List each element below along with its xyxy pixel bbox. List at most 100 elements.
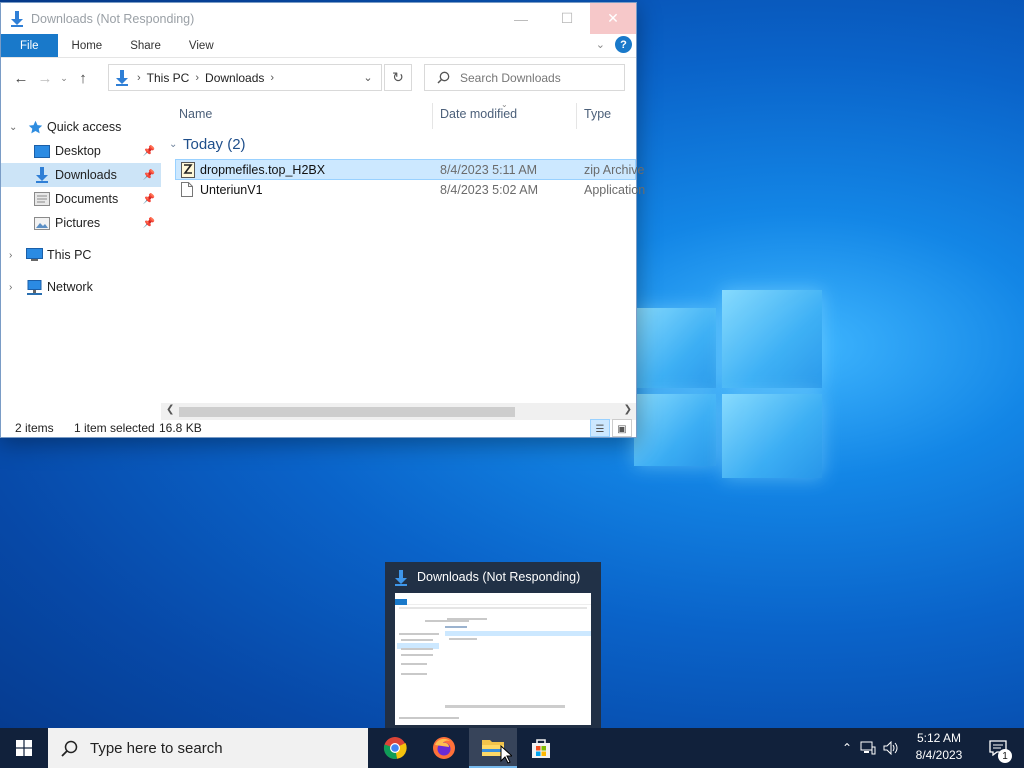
up-arrow-icon[interactable]: ↑ <box>71 70 95 87</box>
tab-share[interactable]: Share <box>116 34 175 57</box>
minimize-button[interactable]: — <box>498 3 544 34</box>
address-dropdown-icon[interactable]: ⌄ <box>355 65 381 90</box>
sidebar-item-label: This PC <box>47 248 92 262</box>
documents-icon <box>33 191 51 207</box>
windows-start-icon <box>16 740 32 756</box>
volume-icon[interactable] <box>880 741 902 755</box>
downloads-icon <box>33 167 51 183</box>
column-divider[interactable] <box>576 103 577 129</box>
column-headers: ⌄ Name Date modified Type <box>161 98 636 131</box>
column-type[interactable]: Type <box>584 107 611 121</box>
sidebar-item-documents[interactable]: Documents 📌 <box>1 187 161 211</box>
sidebar-item-label: Network <box>47 280 93 294</box>
chevron-down-icon[interactable]: ⌄ <box>9 122 17 133</box>
pin-icon[interactable]: 📌 <box>143 146 155 157</box>
tab-view[interactable]: View <box>175 34 228 57</box>
search-icon <box>437 71 450 84</box>
system-tray: ⌃ <box>838 728 902 768</box>
maximize-button[interactable]: ☐ <box>544 3 590 34</box>
file-name: UnteriunV1 <box>200 183 263 197</box>
search-icon <box>61 740 78 757</box>
group-header-today[interactable]: ⌄ Today (2) <box>161 131 636 157</box>
large-icons-view-button[interactable]: ▣ <box>612 419 632 437</box>
taskbar-clock[interactable]: 5:12 AM 8/4/2023 <box>904 730 974 764</box>
close-icon: ✕ <box>607 10 619 26</box>
file-date: 8/4/2023 5:02 AM <box>440 183 538 197</box>
file-type: Application <box>584 183 646 197</box>
scroll-left-icon[interactable]: ❮ <box>166 404 174 415</box>
large-icons-view-icon: ▣ <box>617 424 627 435</box>
sidebar-item-downloads[interactable]: Downloads 📌 <box>1 163 161 187</box>
chevron-right-icon[interactable]: › <box>270 72 274 84</box>
chevron-right-icon[interactable]: › <box>137 72 141 84</box>
scroll-right-icon[interactable]: ❯ <box>624 404 632 415</box>
file-icon <box>181 182 195 198</box>
windows-logo-wallpaper <box>634 290 824 480</box>
breadcrumb-this-pc[interactable]: This PC <box>147 71 190 85</box>
sidebar-item-quick-access[interactable]: ⌄ Quick access <box>1 115 161 139</box>
sidebar-item-this-pc[interactable]: › This PC <box>1 243 161 267</box>
taskbar-search-box[interactable]: Type here to search <box>48 728 368 768</box>
computer-icon <box>25 247 43 263</box>
column-name[interactable]: Name <box>179 107 212 121</box>
sidebar-item-label: Downloads <box>55 168 117 182</box>
refresh-button[interactable]: ↻ <box>384 64 412 91</box>
pin-icon[interactable]: 📌 <box>143 194 155 205</box>
file-name: dropmefiles.top_H2BX <box>200 163 326 177</box>
preview-thumbnail <box>395 593 591 725</box>
sidebar-item-label: Pictures <box>55 216 101 230</box>
file-list: ⌄ Name Date modified Type ⌄ Today (2) dr… <box>161 98 645 408</box>
details-view-icon: ☰ <box>595 424 605 435</box>
clock-date: 8/4/2023 <box>915 748 963 762</box>
pin-icon[interactable]: 📌 <box>143 218 155 229</box>
refresh-icon: ↻ <box>392 69 404 85</box>
chrome-app-button[interactable] <box>371 728 419 768</box>
back-arrow-icon[interactable]: ← <box>9 70 33 87</box>
chevron-down-icon[interactable]: ⌄ <box>169 139 177 150</box>
desktop-folder-icon <box>33 143 51 159</box>
sidebar-item-label: Desktop <box>55 144 101 158</box>
recent-locations-chevron-icon[interactable]: ⌄ <box>57 73 71 84</box>
network-status-icon[interactable] <box>856 741 880 755</box>
sidebar-item-network[interactable]: › Network <box>1 275 161 299</box>
store-app-button[interactable] <box>517 728 565 768</box>
status-item-count: 2 items <box>15 421 54 435</box>
downloads-icon <box>9 10 25 27</box>
sidebar-item-pictures[interactable]: Pictures 📌 <box>1 211 161 235</box>
search-placeholder: Search Downloads <box>460 70 561 85</box>
taskbar-window-preview[interactable]: Downloads (Not Responding) <box>385 562 601 729</box>
pictures-icon <box>33 215 51 231</box>
chevron-right-icon[interactable]: › <box>9 250 12 261</box>
pin-icon[interactable]: 📌 <box>143 170 155 181</box>
firefox-app-button[interactable] <box>420 728 468 768</box>
file-date: 8/4/2023 5:11 AM <box>440 163 538 177</box>
breadcrumb-downloads[interactable]: Downloads <box>205 71 264 85</box>
network-icon <box>25 279 43 295</box>
chevron-right-icon[interactable]: › <box>9 282 12 293</box>
details-view-button[interactable]: ☰ <box>590 419 610 437</box>
start-button[interactable] <box>0 728 48 768</box>
address-bar[interactable]: › This PC › Downloads › ⌄ <box>108 64 382 91</box>
help-icon[interactable]: ? <box>615 36 632 53</box>
show-hidden-icons-icon[interactable]: ⌃ <box>838 741 856 755</box>
microsoft-store-icon <box>532 739 550 758</box>
downloads-icon <box>113 69 131 86</box>
column-date-modified[interactable]: Date modified <box>440 107 517 121</box>
forward-arrow-icon[interactable]: → <box>33 70 57 87</box>
search-input[interactable]: Search Downloads <box>424 64 625 91</box>
tab-file[interactable]: File <box>1 34 58 57</box>
minimize-icon: — <box>514 10 528 27</box>
close-button[interactable]: ✕ <box>590 3 636 34</box>
title-bar[interactable]: Downloads (Not Responding) — ☐ ✕ <box>1 3 636 34</box>
notification-center-button[interactable]: 1 <box>978 728 1018 768</box>
table-row[interactable]: dropmefiles.top_H2BX 8/4/2023 5:11 AM zi… <box>175 159 644 180</box>
expand-ribbon-icon[interactable]: ⌄ <box>596 38 605 51</box>
navigation-pane: ⌄ Quick access Desktop 📌 Downloads 📌 Doc… <box>1 115 161 299</box>
sidebar-item-desktop[interactable]: Desktop 📌 <box>1 139 161 163</box>
chevron-right-icon[interactable]: › <box>195 72 199 84</box>
column-divider[interactable] <box>432 103 433 129</box>
search-placeholder: Type here to search <box>90 739 223 757</box>
window-title: Downloads (Not Responding) <box>31 11 195 26</box>
table-row[interactable]: UnteriunV1 8/4/2023 5:02 AM Application <box>161 180 645 201</box>
tab-home[interactable]: Home <box>58 34 117 57</box>
